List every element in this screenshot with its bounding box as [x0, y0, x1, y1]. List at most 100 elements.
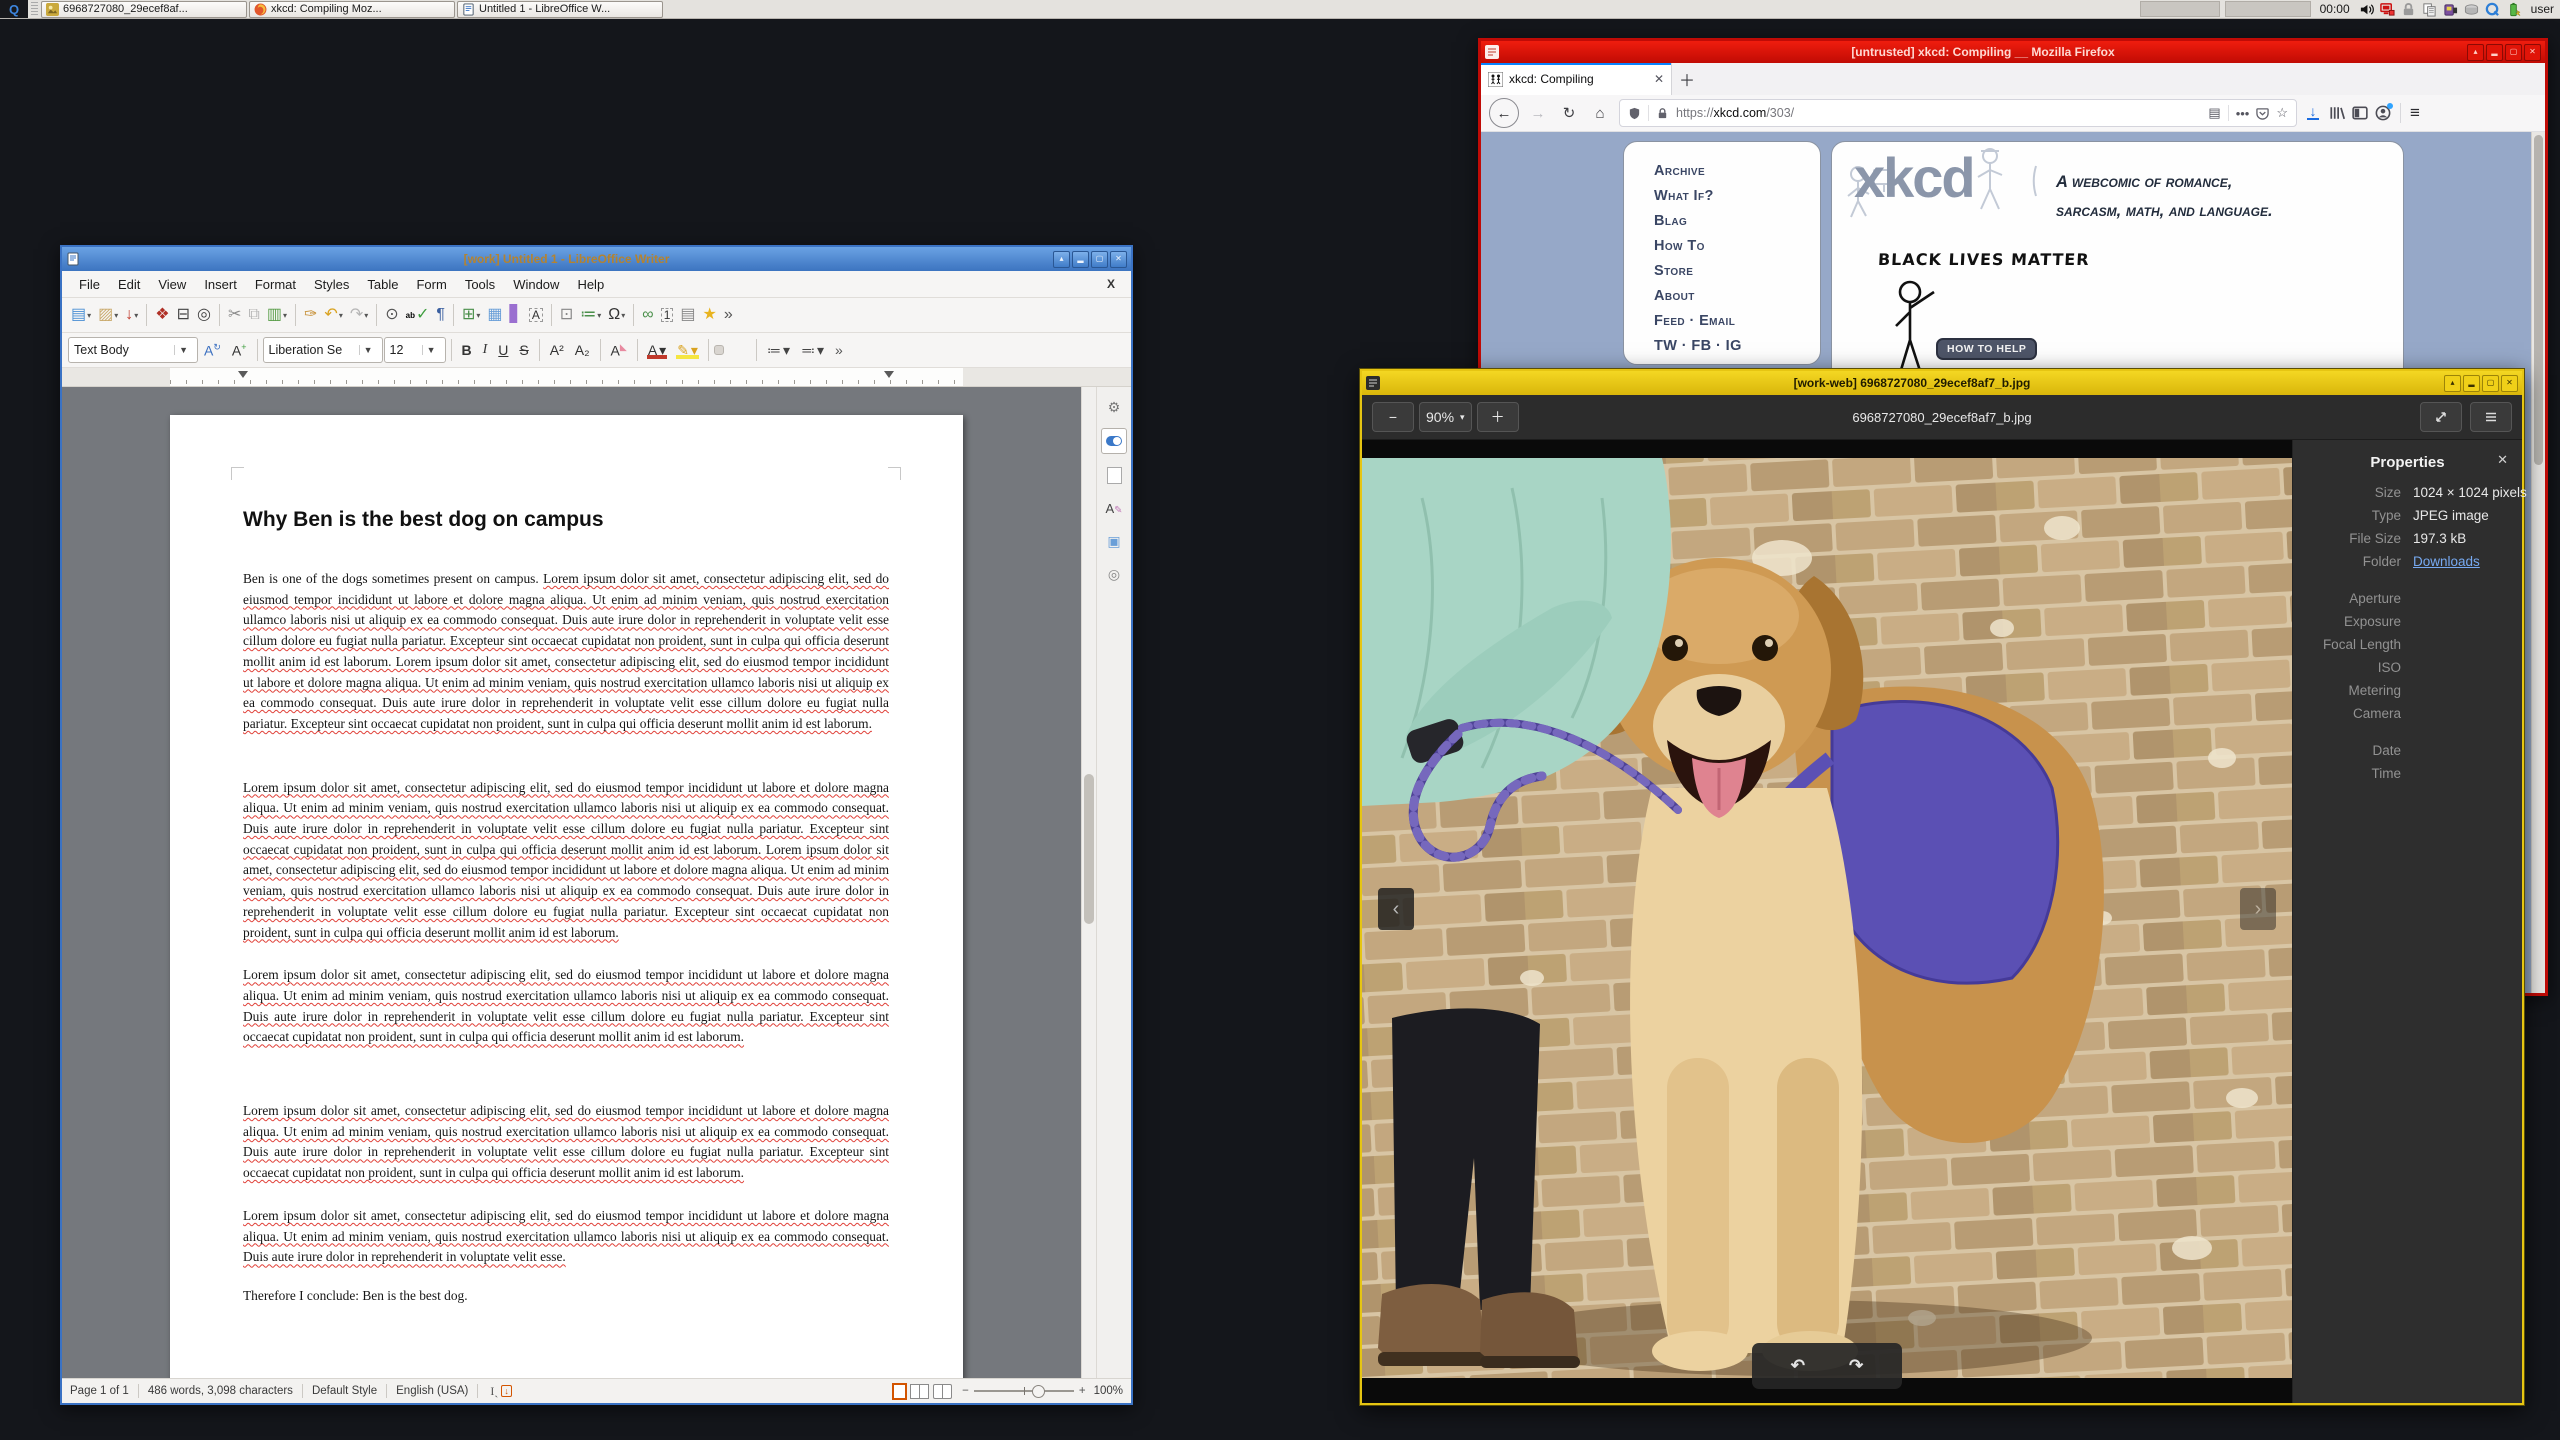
sidebar-button[interactable]	[2352, 105, 2368, 121]
insert-chart-button[interactable]: ▋	[507, 305, 525, 325]
writer-titlebar[interactable]: [work] Untitled 1 - LibreOffice Writer ▴…	[62, 247, 1131, 271]
open-button[interactable]: ▨ ▾	[95, 305, 121, 325]
single-page-view-button[interactable]	[893, 1383, 907, 1399]
bullet-list-button[interactable]: ≔ ▾	[762, 341, 795, 359]
maximize-button[interactable]: ▢	[2505, 43, 2522, 61]
new-tab-button[interactable]: ＋	[1672, 63, 1702, 95]
dog-photo[interactable]	[1362, 458, 2292, 1378]
pocket-icon[interactable]	[2256, 107, 2270, 120]
close-button[interactable]: ✕	[2501, 374, 2518, 392]
properties-close-icon[interactable]: ✕	[2497, 452, 2508, 468]
close-button[interactable]: ✕	[1110, 250, 1127, 268]
xkcd-nav-store[interactable]: Store	[1654, 259, 1820, 284]
cut-button[interactable]: ✂	[225, 305, 244, 325]
menu-table[interactable]: Table	[358, 274, 407, 295]
properties-deck-button[interactable]	[1101, 428, 1127, 454]
document-page[interactable]: Why Ben is the best dog on campus Ben is…	[170, 415, 963, 1378]
bookmark-star-icon[interactable]: ☆	[2276, 105, 2288, 121]
menu-insert[interactable]: Insert	[195, 274, 246, 295]
clipboard-icon[interactable]	[2422, 1, 2438, 17]
zoom-level-dropdown[interactable]: 90% ▾	[1419, 402, 1472, 432]
zoom-level[interactable]: 100%	[1094, 1385, 1123, 1397]
menu-edit[interactable]: Edit	[109, 274, 149, 295]
rotate-right-button[interactable]: ↷	[1849, 1356, 1863, 1376]
align-center-button[interactable]	[725, 346, 733, 354]
gallery-deck-button[interactable]: ▣	[1102, 529, 1126, 553]
scrollbar-thumb[interactable]	[1084, 774, 1094, 924]
firefox-window-icon[interactable]	[1485, 45, 1499, 59]
viewer-titlebar[interactable]: [work-web] 6968727080_29ecef8af7_b.jpg ▴…	[1362, 371, 2522, 395]
zoom-in-button[interactable]: ＋	[1476, 402, 1519, 432]
horizontal-ruler[interactable]	[62, 368, 1131, 387]
shade-button[interactable]: ▴	[1053, 250, 1070, 268]
back-button[interactable]: ←	[1489, 98, 1519, 128]
font-color-button[interactable]: A ▾	[643, 341, 671, 359]
copy-button[interactable]: ⧉	[245, 305, 262, 325]
superscript-button[interactable]: A²	[545, 341, 569, 359]
account-button[interactable]	[2375, 103, 2393, 121]
xkcd-nav-archive[interactable]: Archive	[1654, 159, 1820, 184]
previous-image-button[interactable]: ‹	[1378, 888, 1414, 930]
document-scrollbar[interactable]	[1081, 387, 1096, 1378]
font-name-select[interactable]: Liberation Se ▼	[262, 337, 383, 363]
close-button[interactable]: ✕	[2524, 43, 2541, 61]
strikethrough-button[interactable]: S	[514, 341, 533, 359]
undo-button[interactable]: ↶ ▾	[321, 305, 345, 325]
downloads-button[interactable]: ↓	[2304, 104, 2322, 121]
qubes-manager-icon[interactable]	[2485, 1, 2501, 17]
bold-button[interactable]: B	[457, 341, 477, 359]
insert-hyperlink-button[interactable]: ∞	[639, 305, 656, 325]
minimize-button[interactable]: ▂	[2463, 374, 2480, 392]
numbered-list-button[interactable]: ≕ ▾	[796, 341, 829, 359]
menu-window[interactable]: Window	[504, 274, 568, 295]
page-break-button[interactable]: ⊡	[557, 305, 576, 325]
highlight-color-button[interactable]: ✎ ▾	[672, 341, 703, 359]
minimize-button[interactable]: ▂	[1072, 250, 1089, 268]
insert-page-number-button[interactable]: 1	[658, 306, 677, 324]
page-scrollbar-thumb[interactable]	[2534, 135, 2543, 465]
align-left-button[interactable]	[713, 345, 724, 355]
how-to-help-button[interactable]: How to Help	[1936, 338, 2038, 360]
align-right-button[interactable]	[734, 346, 742, 354]
menu-format[interactable]: Format	[246, 274, 305, 295]
font-size-select[interactable]: 12 ▼	[383, 337, 446, 363]
xkcd-nav-feed-email[interactable]: Feed · Email	[1654, 309, 1820, 334]
export-pdf-button[interactable]: ❖	[152, 305, 172, 325]
xkcd-nav-tw-fb-ig[interactable]: TW · FB · IG	[1654, 334, 1820, 359]
unsaved-changes-icon[interactable]: ↓	[501, 1385, 512, 1397]
lock-icon[interactable]	[1656, 107, 1669, 120]
formatting-marks-button[interactable]: ¶	[433, 305, 448, 325]
maximize-button[interactable]: ▢	[2482, 374, 2499, 392]
navigator-deck-button[interactable]: ◎	[1102, 562, 1126, 586]
toolbar-overflow-button[interactable]: »	[830, 341, 848, 359]
xkcd-nav-how-to[interactable]: How To	[1654, 234, 1820, 259]
viewer-window-icon[interactable]	[1366, 376, 1380, 390]
insert-textbox-button[interactable]: A	[526, 306, 546, 324]
styles-deck-button[interactable]: A✎	[1102, 496, 1126, 520]
viewer-menu-button[interactable]	[2470, 402, 2512, 432]
clone-formatting-button[interactable]: ✑	[301, 305, 320, 325]
firefox-titlebar[interactable]: [untrusted] xkcd: Compiling __ Mozilla F…	[1481, 41, 2545, 63]
usb-device-icon[interactable]	[2443, 1, 2459, 17]
rotate-left-button[interactable]: ↶	[1791, 1356, 1805, 1376]
xkcd-nav-blag[interactable]: Blag	[1654, 209, 1820, 234]
battery-icon[interactable]	[2506, 1, 2522, 17]
insert-table-button[interactable]: ⊞ ▾	[459, 305, 483, 325]
next-image-button[interactable]: ›	[2240, 888, 2276, 930]
update-style-button[interactable]: A↻	[199, 341, 226, 360]
insert-image-button[interactable]: ▦	[484, 305, 505, 325]
sidebar-settings-button[interactable]: ⚙	[1102, 395, 1126, 419]
menu-button[interactable]: ≡	[2410, 103, 2420, 123]
fullscreen-button[interactable]	[2420, 402, 2462, 432]
url-bar[interactable]: https://xkcd.com/303/ ▤ ••• ☆	[1619, 99, 2297, 127]
menu-file[interactable]: File	[70, 274, 109, 295]
shade-button[interactable]: ▴	[2467, 43, 2484, 61]
find-replace-button[interactable]: ⊙	[382, 305, 401, 325]
insert-bookmark-button[interactable]: ★	[700, 305, 720, 325]
xkcd-nav-about[interactable]: About	[1654, 284, 1820, 309]
clock[interactable]: 00:00	[2320, 2, 2350, 16]
writer-window-icon[interactable]	[66, 252, 80, 266]
keyring-icon[interactable]	[2401, 1, 2417, 17]
page-actions-icon[interactable]: •••	[2236, 106, 2250, 121]
right-indent-marker[interactable]	[884, 371, 894, 378]
